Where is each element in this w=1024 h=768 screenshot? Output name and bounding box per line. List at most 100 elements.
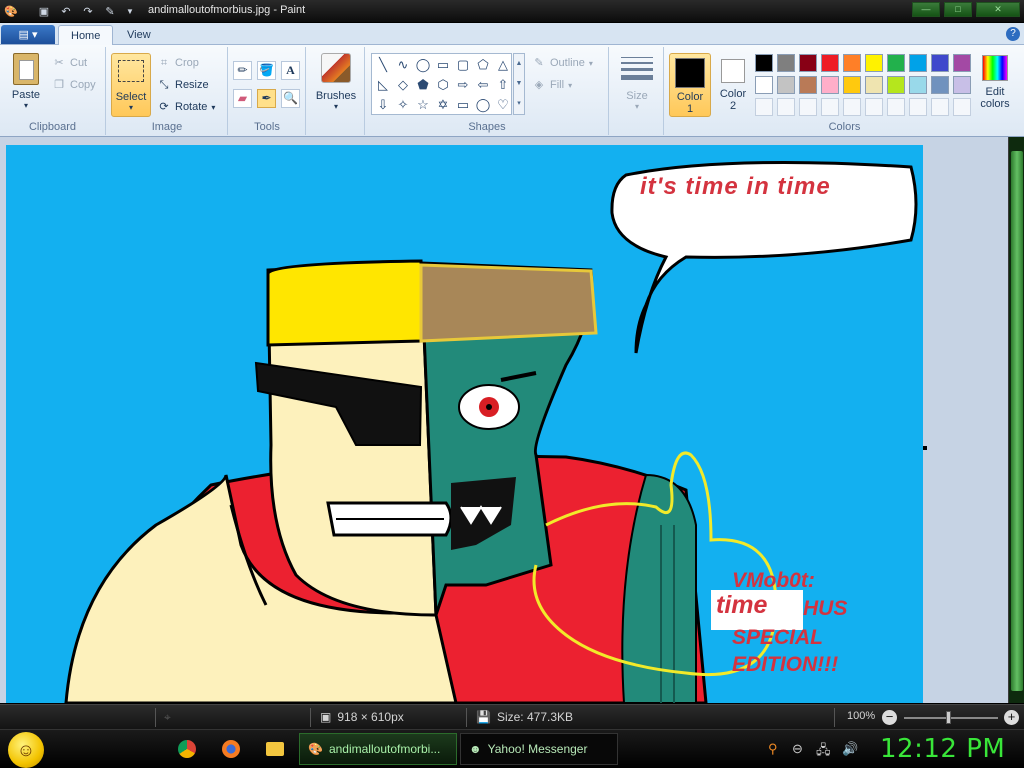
zoom-out-button[interactable]: −	[882, 710, 897, 725]
paint-menu-button[interactable]: ▤ ▾	[1, 25, 55, 44]
custom-color-swatch[interactable]	[777, 98, 795, 116]
hexagon-shape-icon[interactable]: ⬡	[433, 75, 453, 95]
vertical-scrollbar[interactable]	[1008, 137, 1024, 703]
palette-swatch[interactable]	[843, 76, 861, 94]
magnifier-icon[interactable]: 🔍	[281, 89, 300, 108]
redo-icon[interactable]: ↷	[80, 3, 96, 19]
minus-circle-icon[interactable]: ⊖	[792, 741, 803, 757]
quick-access-icon[interactable]: ✎	[102, 3, 118, 19]
heart-shape-icon[interactable]: ♡	[493, 95, 513, 115]
palette-swatch[interactable]	[887, 54, 905, 72]
color1-button[interactable]: Color 1	[669, 53, 711, 117]
scrollbar-thumb[interactable]	[1011, 151, 1023, 691]
crop-button[interactable]: ⌗ Crop	[157, 56, 199, 70]
chrome-icon[interactable]	[178, 740, 196, 758]
palette-swatch[interactable]	[755, 54, 773, 72]
custom-color-swatch[interactable]	[887, 98, 905, 116]
polygon-shape-icon[interactable]: ⬠	[473, 55, 493, 75]
pentagon-shape-icon[interactable]: ⬟	[413, 75, 433, 95]
pencil-icon[interactable]: ✏	[233, 61, 252, 80]
rectangle-shape-icon[interactable]: ▭	[433, 55, 453, 75]
shapes-scroll[interactable]: ▲ ▼ ▾	[513, 53, 525, 115]
zoom-slider-thumb[interactable]	[946, 711, 951, 724]
close-button[interactable]: ✕	[976, 2, 1020, 17]
taskbar-clock[interactable]: 12:12 PM	[880, 734, 1005, 764]
palette-swatch[interactable]	[909, 54, 927, 72]
custom-color-swatch[interactable]	[755, 98, 773, 116]
right-arrow-shape-icon[interactable]: ⇨	[453, 75, 473, 95]
palette-swatch[interactable]	[953, 76, 971, 94]
palette-swatch[interactable]	[909, 76, 927, 94]
palette-swatch[interactable]	[821, 54, 839, 72]
outline-button[interactable]: ✎ Outline ▾	[532, 56, 592, 70]
taskbar-paint-button[interactable]: 🎨 andimalloutofmorbi...	[299, 733, 457, 765]
palette-swatch[interactable]	[777, 76, 795, 94]
text-tool-icon[interactable]: A	[281, 61, 300, 80]
cut-button[interactable]: ✂ Cut	[52, 56, 87, 70]
palette-swatch[interactable]	[931, 76, 949, 94]
right-triangle-shape-icon[interactable]: ◺	[373, 75, 393, 95]
rounded-rectangle-shape-icon[interactable]: ▢	[453, 55, 473, 75]
help-icon[interactable]: ?	[1006, 27, 1020, 41]
shapes-gallery[interactable]: ╲ ∿ ◯ ▭ ▢ ⬠ △ ◺ ◇ ⬟ ⬡ ⇨ ⇦ ⇧ ⇩ ✧ ☆ ✡ ▭ ◯ …	[371, 53, 512, 115]
resize-button[interactable]: ⤡ Resize	[157, 78, 209, 92]
edit-colors-button[interactable]: Edit colors	[975, 55, 1015, 110]
custom-color-swatch[interactable]	[843, 98, 861, 116]
five-point-star-shape-icon[interactable]: ☆	[413, 95, 433, 115]
curve-shape-icon[interactable]: ∿	[393, 55, 413, 75]
network-icon[interactable]: 🖧	[816, 741, 831, 763]
custom-color-swatch[interactable]	[821, 98, 839, 116]
palette-swatch[interactable]	[843, 54, 861, 72]
oval-shape-icon[interactable]: ◯	[413, 55, 433, 75]
save-icon[interactable]: ▣	[36, 3, 52, 19]
diamond-shape-icon[interactable]: ◇	[393, 75, 413, 95]
custom-color-swatch[interactable]	[909, 98, 927, 116]
search-icon[interactable]: ⚲	[768, 741, 778, 757]
color-picker-icon[interactable]: ✒	[257, 89, 276, 108]
down-arrow-shape-icon[interactable]: ⇩	[373, 95, 393, 115]
six-point-star-shape-icon[interactable]: ✡	[433, 95, 453, 115]
taskbar-messenger-button[interactable]: ☻ Yahoo! Messenger	[460, 733, 618, 765]
fill-button[interactable]: ◈ Fill ▾	[532, 78, 572, 92]
zoom-in-button[interactable]: +	[1004, 710, 1019, 725]
eraser-icon[interactable]: ▰	[233, 89, 252, 108]
palette-swatch[interactable]	[931, 54, 949, 72]
brushes-button[interactable]: Brushes ▾	[313, 53, 359, 111]
palette-swatch[interactable]	[887, 76, 905, 94]
callout-rect-shape-icon[interactable]: ▭	[453, 95, 473, 115]
paste-button[interactable]: Paste ▾	[6, 53, 46, 110]
undo-icon[interactable]: ↶	[58, 3, 74, 19]
customize-toolbar-icon[interactable]: ▼	[122, 3, 138, 19]
four-point-star-shape-icon[interactable]: ✧	[393, 95, 413, 115]
custom-color-swatch[interactable]	[799, 98, 817, 116]
paint-app-icon[interactable]: 🎨	[3, 3, 19, 19]
copy-button[interactable]: ❐ Copy	[52, 78, 96, 92]
volume-icon[interactable]: 🔊	[842, 741, 858, 757]
palette-swatch[interactable]	[799, 76, 817, 94]
tab-home[interactable]: Home	[58, 25, 114, 46]
folder-icon[interactable]	[266, 742, 284, 756]
palette-swatch[interactable]	[821, 76, 839, 94]
rotate-button[interactable]: ⟳ Rotate ▾	[157, 100, 215, 114]
palette-swatch[interactable]	[865, 76, 883, 94]
tab-view[interactable]: View	[115, 25, 163, 46]
palette-swatch[interactable]	[755, 76, 773, 94]
maximize-button[interactable]: □	[944, 2, 972, 17]
canvas-resize-handle[interactable]	[923, 446, 927, 450]
callout-oval-shape-icon[interactable]: ◯	[473, 95, 493, 115]
palette-swatch[interactable]	[865, 54, 883, 72]
zoom-slider[interactable]	[904, 717, 998, 719]
size-button[interactable]: Size ▾	[616, 53, 658, 111]
start-button-smiley-icon[interactable]: ☺	[8, 732, 44, 768]
up-arrow-shape-icon[interactable]: ⇧	[493, 75, 513, 95]
fill-bucket-icon[interactable]: 🪣	[257, 61, 276, 80]
firefox-icon[interactable]	[222, 740, 240, 758]
select-button[interactable]: Select ▾	[111, 53, 151, 117]
palette-swatch[interactable]	[953, 54, 971, 72]
palette-swatch[interactable]	[777, 54, 795, 72]
left-arrow-shape-icon[interactable]: ⇦	[473, 75, 493, 95]
minimize-button[interactable]: —	[912, 2, 940, 17]
color2-button[interactable]: Color 2	[715, 53, 751, 112]
custom-color-swatch[interactable]	[953, 98, 971, 116]
triangle-shape-icon[interactable]: △	[493, 55, 513, 75]
